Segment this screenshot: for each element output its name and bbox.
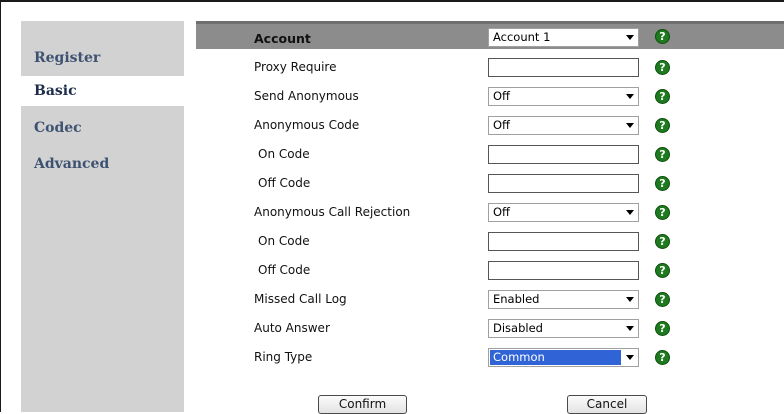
anon-off-code-input[interactable]: [488, 174, 639, 193]
sidebar-item-label: Basic: [34, 83, 77, 99]
sidebar-item-register[interactable]: Register: [21, 43, 184, 73]
anonymous-call-rejection-value: Off: [493, 205, 510, 219]
account-label: Account: [254, 31, 311, 46]
sidebar: Register Basic Codec Advanced: [21, 21, 186, 412]
chevron-down-icon: [626, 355, 634, 360]
anonymous-code-row: Anonymous Code Off ?: [196, 111, 784, 140]
chevron-down-icon: [626, 297, 634, 302]
help-icon[interactable]: ?: [655, 263, 670, 278]
missed-call-log-select[interactable]: Enabled: [488, 290, 639, 309]
help-icon[interactable]: ?: [655, 205, 670, 220]
ring-type-label: Ring Type: [254, 350, 313, 364]
help-icon[interactable]: ?: [655, 292, 670, 307]
cancel-button[interactable]: Cancel: [567, 395, 647, 414]
sidebar-item-basic[interactable]: Basic: [21, 76, 186, 106]
rej-off-code-row: Off Code ?: [196, 256, 784, 285]
auto-answer-select[interactable]: Disabled: [488, 319, 639, 338]
anon-on-code-row: On Code ?: [196, 140, 784, 169]
chevron-down-icon: [626, 123, 634, 128]
rej-on-code-row: On Code ?: [196, 227, 784, 256]
send-anonymous-row: Send Anonymous Off ?: [196, 82, 784, 111]
anon-off-code-row: Off Code ?: [196, 169, 784, 198]
ring-type-select[interactable]: Common: [488, 348, 639, 367]
anonymous-call-rejection-select[interactable]: Off: [488, 203, 639, 222]
chevron-down-icon: [626, 326, 634, 331]
sidebar-item-codec[interactable]: Codec: [21, 113, 184, 143]
anon-on-code-label: On Code: [258, 147, 310, 161]
rej-on-code-label: On Code: [258, 234, 310, 248]
rej-off-code-input[interactable]: [488, 261, 639, 280]
rej-off-code-label: Off Code: [258, 263, 311, 277]
help-icon[interactable]: ?: [655, 350, 670, 365]
help-icon[interactable]: ?: [655, 118, 670, 133]
anonymous-call-rejection-label: Anonymous Call Rejection: [254, 205, 411, 219]
help-icon[interactable]: ?: [655, 176, 670, 191]
missed-call-log-label: Missed Call Log: [254, 292, 347, 306]
send-anonymous-value: Off: [493, 89, 510, 103]
anonymous-call-rejection-row: Anonymous Call Rejection Off ?: [196, 198, 784, 227]
anonymous-code-value: Off: [493, 118, 510, 132]
chevron-down-icon: [626, 94, 634, 99]
account-select-value: Account 1: [493, 30, 551, 44]
auto-answer-value: Disabled: [493, 321, 543, 335]
sidebar-item-label: Codec: [34, 120, 82, 136]
chevron-down-icon: [626, 210, 634, 215]
sidebar-item-label: Advanced: [34, 156, 110, 172]
send-anonymous-select[interactable]: Off: [488, 87, 639, 106]
help-icon[interactable]: ?: [655, 234, 670, 249]
anonymous-code-label: Anonymous Code: [254, 118, 360, 132]
help-icon[interactable]: ?: [655, 321, 670, 336]
ring-type-value: Common: [490, 350, 621, 365]
missed-call-log-value: Enabled: [493, 292, 540, 306]
auto-answer-label: Auto Answer: [254, 321, 330, 335]
proxy-require-row: Proxy Require ?: [196, 53, 784, 82]
missed-call-log-row: Missed Call Log Enabled ?: [196, 285, 784, 314]
anon-on-code-input[interactable]: [488, 145, 639, 164]
help-icon[interactable]: ?: [655, 89, 670, 104]
account-row: Account Account 1 ?: [196, 24, 784, 53]
sidebar-item-advanced[interactable]: Advanced: [21, 149, 184, 179]
anonymous-code-select[interactable]: Off: [488, 116, 639, 135]
send-anonymous-label: Send Anonymous: [254, 89, 359, 103]
proxy-require-input[interactable]: [488, 58, 639, 77]
help-icon[interactable]: ?: [655, 29, 670, 44]
help-icon[interactable]: ?: [655, 60, 670, 75]
chevron-down-icon: [626, 35, 634, 40]
account-select[interactable]: Account 1: [488, 28, 639, 47]
proxy-require-label: Proxy Require: [254, 60, 337, 74]
sidebar-item-label: Register: [34, 50, 101, 66]
anon-off-code-label: Off Code: [258, 176, 311, 190]
rej-on-code-input[interactable]: [488, 232, 639, 251]
auto-answer-row: Auto Answer Disabled ?: [196, 314, 784, 343]
ring-type-row: Ring Type Common ?: [196, 343, 784, 372]
confirm-button[interactable]: Confirm: [318, 395, 407, 414]
help-icon[interactable]: ?: [655, 147, 670, 162]
